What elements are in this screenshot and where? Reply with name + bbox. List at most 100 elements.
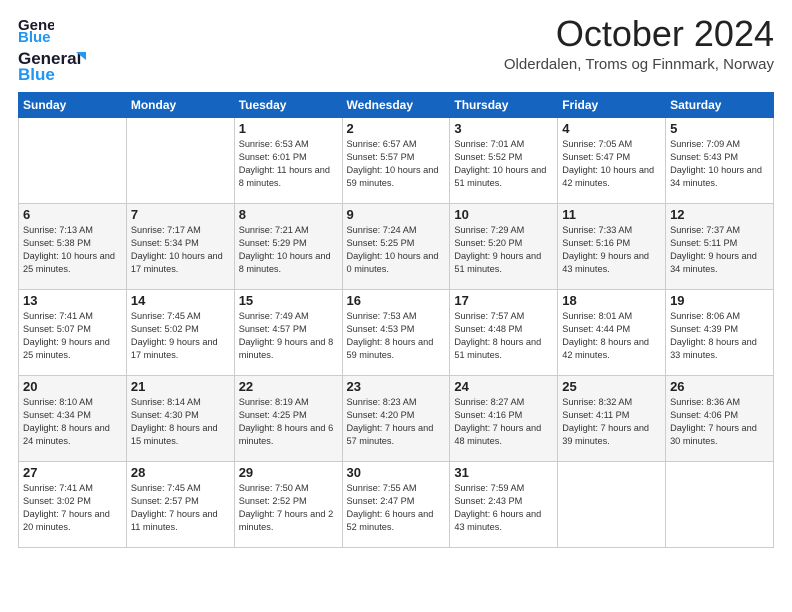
table-row: 7 Sunrise: 7:17 AM Sunset: 5:34 PM Daylig…	[126, 204, 234, 290]
day-info: Sunrise: 7:55 AM Sunset: 2:47 PM Dayligh…	[347, 482, 446, 534]
day-number: 30	[347, 465, 446, 480]
calendar-week-row: 27 Sunrise: 7:41 AM Sunset: 3:02 PM Dayli…	[19, 462, 774, 548]
col-friday: Friday	[558, 93, 666, 118]
day-info: Sunrise: 7:29 AM Sunset: 5:20 PM Dayligh…	[454, 224, 553, 276]
day-info: Sunrise: 7:21 AM Sunset: 5:29 PM Dayligh…	[239, 224, 338, 276]
table-row: 8 Sunrise: 7:21 AM Sunset: 5:29 PM Daylig…	[234, 204, 342, 290]
day-number: 9	[347, 207, 446, 222]
table-row: 24Sunrise: 8:27 AM Sunset: 4:16 PM Dayli…	[450, 376, 558, 462]
col-wednesday: Wednesday	[342, 93, 450, 118]
logo-icon: General Blue	[18, 14, 54, 44]
table-row: 4Sunrise: 7:05 AM Sunset: 5:47 PM Daylig…	[558, 118, 666, 204]
calendar-week-row: 13 Sunrise: 7:41 AM Sunset: 5:07 PM Dayli…	[19, 290, 774, 376]
day-number: 7	[131, 207, 230, 222]
day-number: 17	[454, 293, 553, 308]
header: General Blue General Blue October 2024 O…	[18, 14, 774, 84]
day-number: 14	[131, 293, 230, 308]
table-row: 3 Sunrise: 7:01 AM Sunset: 5:52 PM Daylig…	[450, 118, 558, 204]
table-row: 13 Sunrise: 7:41 AM Sunset: 5:07 PM Dayli…	[19, 290, 127, 376]
logo-svg: General Blue	[18, 46, 88, 84]
day-number: 2	[347, 121, 446, 136]
day-info: Sunrise: 7:41 AM Sunset: 3:02 PM Dayligh…	[23, 482, 122, 534]
day-number: 21	[131, 379, 230, 394]
table-row: 30 Sunrise: 7:55 AM Sunset: 2:47 PM Dayli…	[342, 462, 450, 548]
day-info: Sunrise: 8:36 AM Sunset: 4:06 PM Dayligh…	[670, 396, 769, 448]
day-info: Sunrise: 8:10 AM Sunset: 4:34 PM Dayligh…	[23, 396, 122, 448]
day-info: Sunrise: 7:45 AM Sunset: 5:02 PM Dayligh…	[131, 310, 230, 362]
day-number: 26	[670, 379, 769, 394]
table-row: 9 Sunrise: 7:24 AM Sunset: 5:25 PM Daylig…	[342, 204, 450, 290]
day-info: Sunrise: 8:01 AM Sunset: 4:44 PM Dayligh…	[562, 310, 661, 362]
col-thursday: Thursday	[450, 93, 558, 118]
table-row	[19, 118, 127, 204]
table-row: 26 Sunrise: 8:36 AM Sunset: 4:06 PM Dayli…	[666, 376, 774, 462]
table-row: 23Sunrise: 8:23 AM Sunset: 4:20 PM Dayli…	[342, 376, 450, 462]
table-row: 21Sunrise: 8:14 AM Sunset: 4:30 PM Dayli…	[126, 376, 234, 462]
day-number: 25	[562, 379, 661, 394]
day-number: 13	[23, 293, 122, 308]
day-info: Sunrise: 7:24 AM Sunset: 5:25 PM Dayligh…	[347, 224, 446, 276]
day-number: 28	[131, 465, 230, 480]
day-number: 27	[23, 465, 122, 480]
day-number: 19	[670, 293, 769, 308]
calendar-week-row: 20 Sunrise: 8:10 AM Sunset: 4:34 PM Dayli…	[19, 376, 774, 462]
page: General Blue General Blue October 2024 O…	[0, 0, 792, 558]
col-saturday: Saturday	[666, 93, 774, 118]
table-row: 12 Sunrise: 7:37 AM Sunset: 5:11 PM Dayli…	[666, 204, 774, 290]
table-row: 27 Sunrise: 7:41 AM Sunset: 3:02 PM Dayli…	[19, 462, 127, 548]
calendar-week-row: 1Sunrise: 6:53 AM Sunset: 6:01 PM Daylig…	[19, 118, 774, 204]
day-number: 5	[670, 121, 769, 136]
day-info: Sunrise: 7:57 AM Sunset: 4:48 PM Dayligh…	[454, 310, 553, 362]
day-number: 8	[239, 207, 338, 222]
table-row: 31 Sunrise: 7:59 AM Sunset: 2:43 PM Dayli…	[450, 462, 558, 548]
table-row: 5 Sunrise: 7:09 AM Sunset: 5:43 PM Daylig…	[666, 118, 774, 204]
table-row: 25 Sunrise: 8:32 AM Sunset: 4:11 PM Dayli…	[558, 376, 666, 462]
day-number: 6	[23, 207, 122, 222]
day-number: 4	[562, 121, 661, 136]
day-number: 20	[23, 379, 122, 394]
day-number: 12	[670, 207, 769, 222]
day-info: Sunrise: 7:01 AM Sunset: 5:52 PM Dayligh…	[454, 138, 553, 190]
day-number: 31	[454, 465, 553, 480]
table-row: 2 Sunrise: 6:57 AM Sunset: 5:57 PM Daylig…	[342, 118, 450, 204]
table-row: 22Sunrise: 8:19 AM Sunset: 4:25 PM Dayli…	[234, 376, 342, 462]
table-row: 28Sunrise: 7:45 AM Sunset: 2:57 PM Dayli…	[126, 462, 234, 548]
svg-text:Blue: Blue	[18, 65, 55, 84]
day-number: 11	[562, 207, 661, 222]
day-number: 15	[239, 293, 338, 308]
table-row: 1Sunrise: 6:53 AM Sunset: 6:01 PM Daylig…	[234, 118, 342, 204]
day-info: Sunrise: 7:09 AM Sunset: 5:43 PM Dayligh…	[670, 138, 769, 190]
day-info: Sunrise: 8:27 AM Sunset: 4:16 PM Dayligh…	[454, 396, 553, 448]
day-info: Sunrise: 6:57 AM Sunset: 5:57 PM Dayligh…	[347, 138, 446, 190]
table-row: 17 Sunrise: 7:57 AM Sunset: 4:48 PM Dayli…	[450, 290, 558, 376]
table-row: 18Sunrise: 8:01 AM Sunset: 4:44 PM Dayli…	[558, 290, 666, 376]
table-row: 6 Sunrise: 7:13 AM Sunset: 5:38 PM Daylig…	[19, 204, 127, 290]
day-info: Sunrise: 8:32 AM Sunset: 4:11 PM Dayligh…	[562, 396, 661, 448]
logo: General Blue General Blue	[18, 14, 88, 84]
day-info: Sunrise: 7:49 AM Sunset: 4:57 PM Dayligh…	[239, 310, 338, 362]
svg-text:Blue: Blue	[18, 29, 51, 44]
day-info: Sunrise: 7:59 AM Sunset: 2:43 PM Dayligh…	[454, 482, 553, 534]
table-row: 16Sunrise: 7:53 AM Sunset: 4:53 PM Dayli…	[342, 290, 450, 376]
day-info: Sunrise: 7:41 AM Sunset: 5:07 PM Dayligh…	[23, 310, 122, 362]
table-row: 11 Sunrise: 7:33 AM Sunset: 5:16 PM Dayli…	[558, 204, 666, 290]
calendar: Sunday Monday Tuesday Wednesday Thursday…	[18, 92, 774, 548]
title-block: October 2024 Olderdalen, Troms og Finnma…	[504, 14, 774, 73]
table-row: 15 Sunrise: 7:49 AM Sunset: 4:57 PM Dayli…	[234, 290, 342, 376]
table-row	[126, 118, 234, 204]
day-number: 3	[454, 121, 553, 136]
col-sunday: Sunday	[19, 93, 127, 118]
table-row: 19Sunrise: 8:06 AM Sunset: 4:39 PM Dayli…	[666, 290, 774, 376]
day-info: Sunrise: 7:17 AM Sunset: 5:34 PM Dayligh…	[131, 224, 230, 276]
subtitle: Olderdalen, Troms og Finnmark, Norway	[504, 56, 774, 73]
day-info: Sunrise: 7:53 AM Sunset: 4:53 PM Dayligh…	[347, 310, 446, 362]
day-info: Sunrise: 7:37 AM Sunset: 5:11 PM Dayligh…	[670, 224, 769, 276]
day-number: 22	[239, 379, 338, 394]
day-info: Sunrise: 7:13 AM Sunset: 5:38 PM Dayligh…	[23, 224, 122, 276]
table-row: 14 Sunrise: 7:45 AM Sunset: 5:02 PM Dayli…	[126, 290, 234, 376]
day-info: Sunrise: 7:33 AM Sunset: 5:16 PM Dayligh…	[562, 224, 661, 276]
table-row: 29Sunrise: 7:50 AM Sunset: 2:52 PM Dayli…	[234, 462, 342, 548]
table-row	[558, 462, 666, 548]
col-monday: Monday	[126, 93, 234, 118]
main-title: October 2024	[504, 14, 774, 54]
